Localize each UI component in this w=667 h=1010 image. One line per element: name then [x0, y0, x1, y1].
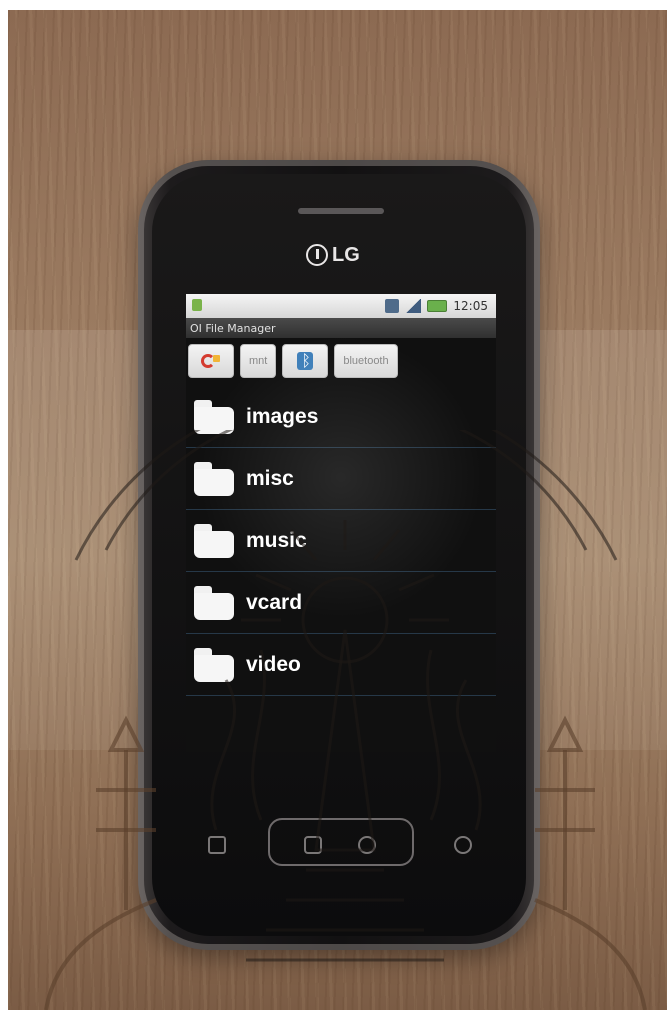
- lg-logo-icon: [306, 244, 328, 266]
- list-item[interactable]: music: [186, 510, 496, 572]
- menu-icon[interactable]: [358, 836, 376, 854]
- status-time: 12:05: [453, 299, 488, 313]
- path-toolbar: mnt bluetooth: [188, 342, 398, 380]
- folder-icon: [194, 523, 234, 558]
- hardware-keys: [208, 810, 474, 880]
- folder-icon: [194, 647, 234, 682]
- app-title: OI File Manager: [190, 321, 276, 335]
- folder-icon: [194, 399, 234, 434]
- home-key[interactable]: [268, 818, 414, 866]
- signal-icon: [405, 299, 422, 313]
- list-item[interactable]: video: [186, 634, 496, 696]
- battery-icon: [427, 300, 448, 312]
- phone-screen: 12:05 OI File Manager mnt bluetooth: [186, 294, 496, 752]
- search-icon[interactable]: [454, 836, 472, 854]
- path-segment-mnt-label: mnt: [249, 355, 268, 367]
- bluetooth-icon: [294, 350, 316, 372]
- folder-name: vcard: [246, 590, 303, 614]
- folder-name: video: [246, 652, 301, 676]
- list-item[interactable]: images: [186, 386, 496, 448]
- folder-icon: [194, 461, 234, 496]
- folder-list: images misc music vcard video: [186, 386, 496, 696]
- status-bar: 12:05: [186, 294, 496, 318]
- notification-icon: [192, 299, 202, 311]
- back-icon[interactable]: [208, 836, 226, 854]
- path-segment-bluetooth-label: bluetooth: [343, 355, 389, 367]
- brand-logo: LG: [306, 242, 386, 268]
- list-item[interactable]: misc: [186, 448, 496, 510]
- path-segment-bluetooth[interactable]: bluetooth: [334, 344, 398, 378]
- earpiece-speaker: [298, 208, 384, 214]
- brand-text: LG: [332, 243, 360, 266]
- home-button[interactable]: [188, 344, 234, 378]
- data-sync-icon: [385, 299, 400, 313]
- phone-body: LG 12:05 OI File Manager mnt ᛒ bluetooth…: [138, 160, 540, 950]
- list-item[interactable]: vcard: [186, 572, 496, 634]
- home-icon: [304, 836, 322, 854]
- home-icon: [199, 352, 223, 370]
- folder-name: music: [246, 528, 307, 552]
- folder-name: misc: [246, 466, 294, 490]
- folder-icon: [194, 585, 234, 620]
- photo-background: LG 12:05 OI File Manager mnt ᛒ bluetooth…: [8, 10, 667, 1010]
- app-titlebar: OI File Manager: [186, 318, 496, 338]
- path-segment-mnt[interactable]: mnt: [240, 344, 277, 378]
- bluetooth-folder-button[interactable]: [282, 344, 329, 378]
- folder-name: images: [246, 404, 319, 428]
